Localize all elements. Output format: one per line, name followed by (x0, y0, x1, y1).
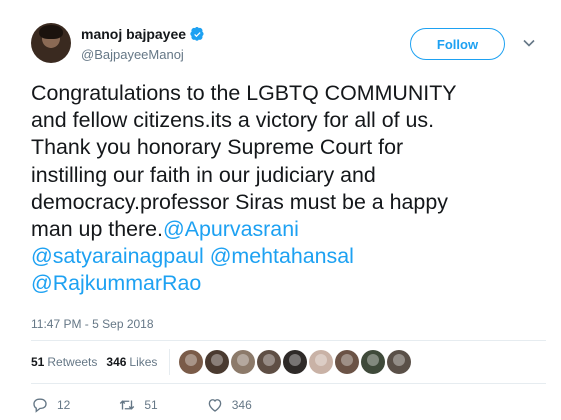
liker-avatars (179, 350, 412, 374)
stats-separator (169, 349, 171, 375)
liker-avatar[interactable] (179, 350, 204, 374)
tweet-line-text: man up there. (31, 217, 163, 242)
likes-count: 346 (106, 355, 127, 369)
mentions-line: @RajkummarRao (31, 270, 546, 297)
engagement-stats: 51 Retweets 346 Likes (31, 349, 412, 375)
likes-stat[interactable]: 346 Likes (106, 355, 157, 369)
reply-icon (33, 398, 47, 413)
divider (31, 383, 546, 384)
liker-avatar[interactable] (361, 350, 386, 374)
tweet-actions: 12 51 346 (31, 396, 300, 414)
tweet-line: democracy.professor Siras must be a happ… (31, 189, 448, 214)
liker-avatar[interactable] (335, 350, 360, 374)
liker-avatar[interactable] (257, 350, 282, 374)
avatar[interactable] (31, 23, 71, 63)
liker-avatar[interactable] (231, 350, 256, 374)
user-handle[interactable]: @BajpayeeManoj (81, 47, 184, 62)
retweet-count: 51 (144, 398, 158, 412)
likes-label: Likes (129, 355, 158, 369)
tweet-line: Thank you honorary Supreme Court for (31, 135, 404, 160)
mention-link[interactable]: @mehtahansal (210, 244, 354, 268)
tweet-line: Congratulations to the LGBTQ COMMUNITY (31, 81, 457, 105)
retweets-label: Retweets (47, 355, 98, 369)
divider (31, 340, 546, 341)
liker-avatar[interactable] (387, 350, 412, 374)
retweets-count: 51 (31, 355, 45, 369)
mention-link[interactable]: @satyarainagpaul (31, 244, 204, 268)
mention-link[interactable]: @RajkummarRao (31, 271, 201, 295)
tweet-text: Congratulations to the LGBTQ COMMUNITY a… (31, 80, 546, 298)
mentions-line: @satyarainagpaul @mehtahansal (31, 243, 546, 270)
liker-avatar[interactable] (205, 350, 230, 374)
verified-badge-icon (190, 26, 204, 41)
heart-icon (208, 399, 222, 412)
reply-count: 12 (57, 398, 71, 412)
tweet-line: and fellow citizens.its a victory for al… (31, 108, 435, 133)
liker-avatar[interactable] (309, 350, 334, 374)
follow-button[interactable]: Follow (410, 28, 505, 60)
retweets-stat[interactable]: 51 Retweets (31, 355, 97, 369)
like-count: 346 (231, 398, 252, 412)
tweet-line: instilling our faith in our judiciary an… (31, 162, 376, 187)
like-button[interactable]: 346 (206, 396, 252, 414)
retweet-button[interactable]: 51 (118, 396, 158, 414)
name-row: manoj bajpayee (81, 26, 205, 42)
tweet-line-with-mention: man up there.@Apurvasrani (31, 216, 546, 243)
display-name[interactable]: manoj bajpayee (81, 26, 186, 42)
mention-link[interactable]: @Apurvasrani (163, 217, 299, 241)
retweet-icon (120, 400, 135, 410)
liker-avatar[interactable] (283, 350, 308, 374)
tweet-timestamp[interactable]: 11:47 PM - 5 Sep 2018 (31, 317, 154, 331)
reply-button[interactable]: 12 (31, 396, 70, 414)
chevron-down-icon[interactable] (522, 36, 536, 50)
